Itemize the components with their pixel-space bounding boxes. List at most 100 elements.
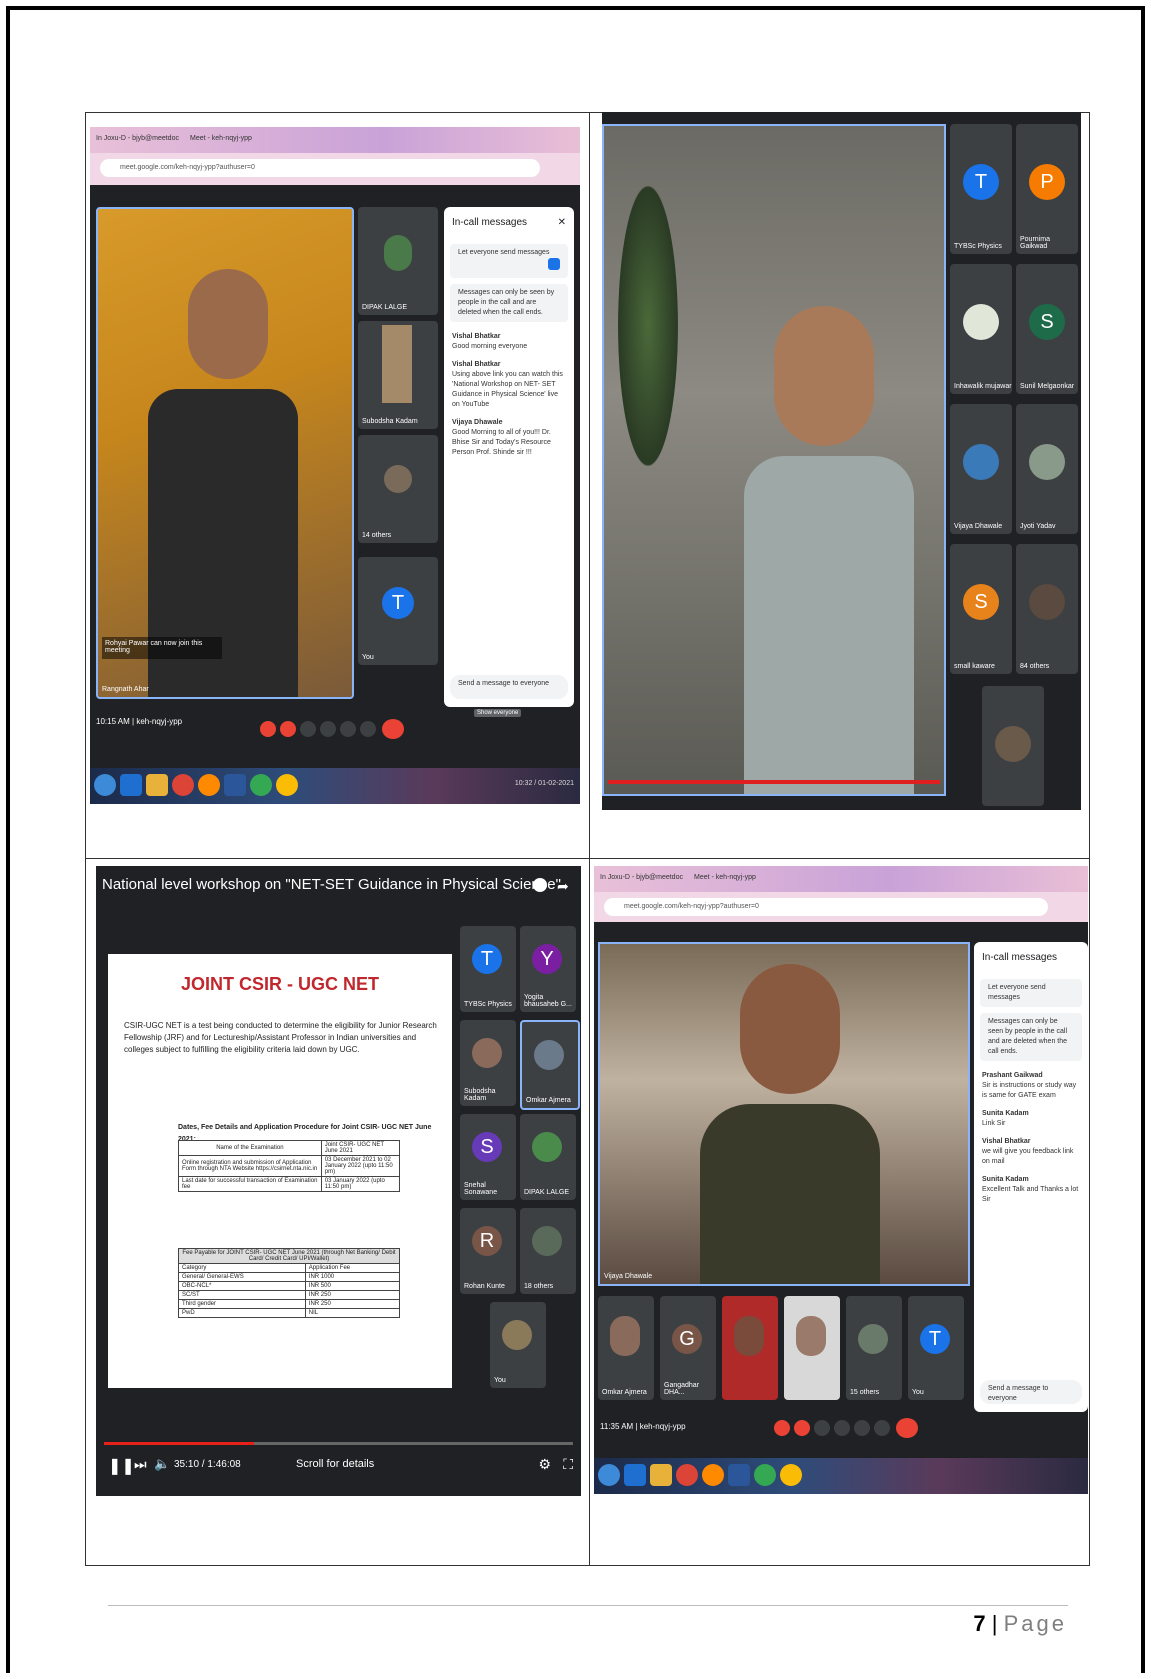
chat-message: Vishal Bhatkar we will give you feedback … (974, 1133, 1088, 1171)
next-icon[interactable]: ⏭ (134, 1456, 147, 1473)
participant-tile[interactable]: 14 others (358, 435, 438, 543)
participant-name: Omkar Ajmera (602, 1389, 647, 1396)
camera-button[interactable] (794, 1420, 810, 1436)
captions-button[interactable] (814, 1420, 830, 1436)
participant-tile[interactable]: Inhawalik mujawar (950, 264, 1012, 394)
participant-tile[interactable]: T You (908, 1296, 964, 1400)
chrome-icon[interactable] (780, 1464, 802, 1486)
mic-button[interactable] (774, 1420, 790, 1436)
avatar (963, 304, 999, 340)
participant-tile[interactable]: S Snehal Sonawane (460, 1114, 516, 1200)
browser-tab-2[interactable]: Meet - keh-nqyj-ypp (190, 135, 252, 142)
participant-tile[interactable]: P Pournima Gaikwad (1016, 124, 1078, 254)
participant-tile[interactable]: 15 others (846, 1296, 902, 1400)
participant-tile[interactable]: T TYBSc Physics (950, 124, 1012, 254)
participant-tile[interactable]: Omkar Ajmera (520, 1020, 580, 1110)
address-bar[interactable]: meet.google.com/keh-nqyj-ypp?authuser=0 (100, 159, 540, 177)
word-icon[interactable] (224, 774, 246, 796)
settings-icon[interactable]: ⚙ (538, 1456, 551, 1473)
folder-icon[interactable] (146, 774, 168, 796)
participant-tile[interactable]: Subodsha Kadam (358, 321, 438, 429)
table-row: OBC-NCL* INR 500 (178, 1281, 401, 1291)
chrome-icon[interactable] (676, 1464, 698, 1486)
chat-text: we will give you feedback link on mail (982, 1148, 1074, 1165)
fullscreen-icon[interactable]: ⛶ (563, 1456, 573, 1473)
start-icon[interactable] (94, 774, 116, 796)
participant-name: Yogita bhausaheb G... (524, 994, 572, 1008)
chat-toggle-label[interactable]: Let everyone send messages (980, 979, 1082, 1007)
table-row: Last date for successful transaction of … (178, 1176, 401, 1192)
participant-tile[interactable]: Omkar Ajmera (598, 1296, 654, 1400)
end-call-button[interactable] (382, 719, 404, 739)
participant-tile[interactable]: 18 others (520, 1208, 576, 1294)
chrome-icon[interactable] (172, 774, 194, 796)
present-button[interactable] (340, 721, 356, 737)
participant-tile[interactable]: R Rohan Kunte (460, 1208, 516, 1294)
mic-button[interactable] (260, 721, 276, 737)
more-options-button[interactable] (874, 1420, 890, 1436)
participant-tile[interactable]: Jyoti Yadav (1016, 404, 1078, 534)
start-icon[interactable] (598, 1464, 620, 1486)
firefox-icon[interactable] (198, 774, 220, 796)
address-bar[interactable]: meet.google.com/keh-nqyj-ypp?authuser=0 (604, 898, 1048, 916)
participant-tile[interactable] (784, 1296, 840, 1400)
browser-tab-1[interactable]: In Joxu-D - bjyb@meetdoc (600, 874, 683, 881)
avatar (995, 726, 1031, 762)
participant-tile[interactable]: Y Yogita bhausaheb G... (520, 926, 576, 1012)
avatar: T (963, 164, 999, 200)
participant-tile[interactable]: T You (358, 557, 438, 665)
more-options-button[interactable] (360, 721, 376, 737)
close-icon[interactable]: ✕ (558, 217, 566, 228)
ie-icon[interactable] (624, 1464, 646, 1486)
participant-name: Inhawalik mujawar (954, 383, 1012, 390)
chrome-icon[interactable] (276, 774, 298, 796)
table-cell: SC/ST (178, 1290, 306, 1300)
participant-tile[interactable]: Ssmall kaware (950, 544, 1012, 674)
word-icon[interactable] (728, 1464, 750, 1486)
participant-tile[interactable]: Subodsha Kadam (460, 1020, 516, 1106)
chrome-icon[interactable] (250, 774, 272, 796)
ie-icon[interactable] (120, 774, 142, 796)
browser-tab-1[interactable]: In Joxu-D - bjyb@meetdoc (96, 135, 179, 142)
share-icon[interactable]: ➦ (557, 878, 571, 894)
participant-tile[interactable]: Vijaya Dhawale (950, 404, 1012, 534)
table-row: Fee Payable for JOINT CSIR- UGC NET June… (178, 1248, 400, 1264)
participant-tile[interactable] (982, 686, 1044, 806)
chat-input[interactable]: Send a message to everyone (980, 1380, 1082, 1404)
volume-icon[interactable]: 🔈 (154, 1456, 170, 1472)
folder-icon[interactable] (650, 1464, 672, 1486)
clock-icon[interactable] (533, 878, 547, 892)
meeting-time: 10:15 AM | keh-nqyj-ypp (96, 717, 183, 726)
participant-tile[interactable]: You (490, 1302, 546, 1388)
present-button[interactable] (854, 1420, 870, 1436)
end-call-button[interactable] (896, 1418, 918, 1438)
participant-tile[interactable]: DIPAK LALGE (358, 207, 438, 315)
chat-message: Vishal Bhatkar Good morning everyone (444, 328, 574, 356)
participant-tile[interactable]: S Sunil Melgaonkar (1016, 264, 1078, 394)
participant-tile[interactable]: DIPAK LALGE (520, 1114, 576, 1200)
raise-hand-button[interactable] (320, 721, 336, 737)
video-progress[interactable] (104, 1442, 573, 1445)
speaker-figure (744, 306, 914, 794)
camera-button[interactable] (280, 721, 296, 737)
avatar (734, 1316, 764, 1356)
chat-input[interactable]: Send a message to everyone (450, 675, 568, 699)
chat-sender: Prashant Gaikwad (982, 1072, 1043, 1079)
participant-name: You (362, 654, 374, 661)
firefox-icon[interactable] (702, 1464, 724, 1486)
raise-hand-button[interactable] (834, 1420, 850, 1436)
progress-bar[interactable] (608, 780, 940, 784)
avatar: T (920, 1324, 950, 1354)
participant-tile[interactable]: 84 others (1016, 544, 1078, 674)
participant-tile[interactable] (722, 1296, 778, 1400)
participant-name: Vijaya Dhawale (954, 523, 1003, 530)
participant-tile[interactable]: T TYBSc Physics (460, 926, 516, 1012)
participant-tile[interactable]: G Gangadhar DHA... (660, 1296, 716, 1400)
chat-text: Sir is instructions or study way is same… (982, 1082, 1077, 1099)
captions-button[interactable] (300, 721, 316, 737)
browser-tab-2[interactable]: Meet - keh-nqyj-ypp (694, 874, 756, 881)
speaker-figure (138, 249, 308, 697)
toggle-switch[interactable] (548, 258, 560, 270)
chrome-icon[interactable] (754, 1464, 776, 1486)
play-pause-button[interactable]: ❚❚ (108, 1456, 135, 1476)
